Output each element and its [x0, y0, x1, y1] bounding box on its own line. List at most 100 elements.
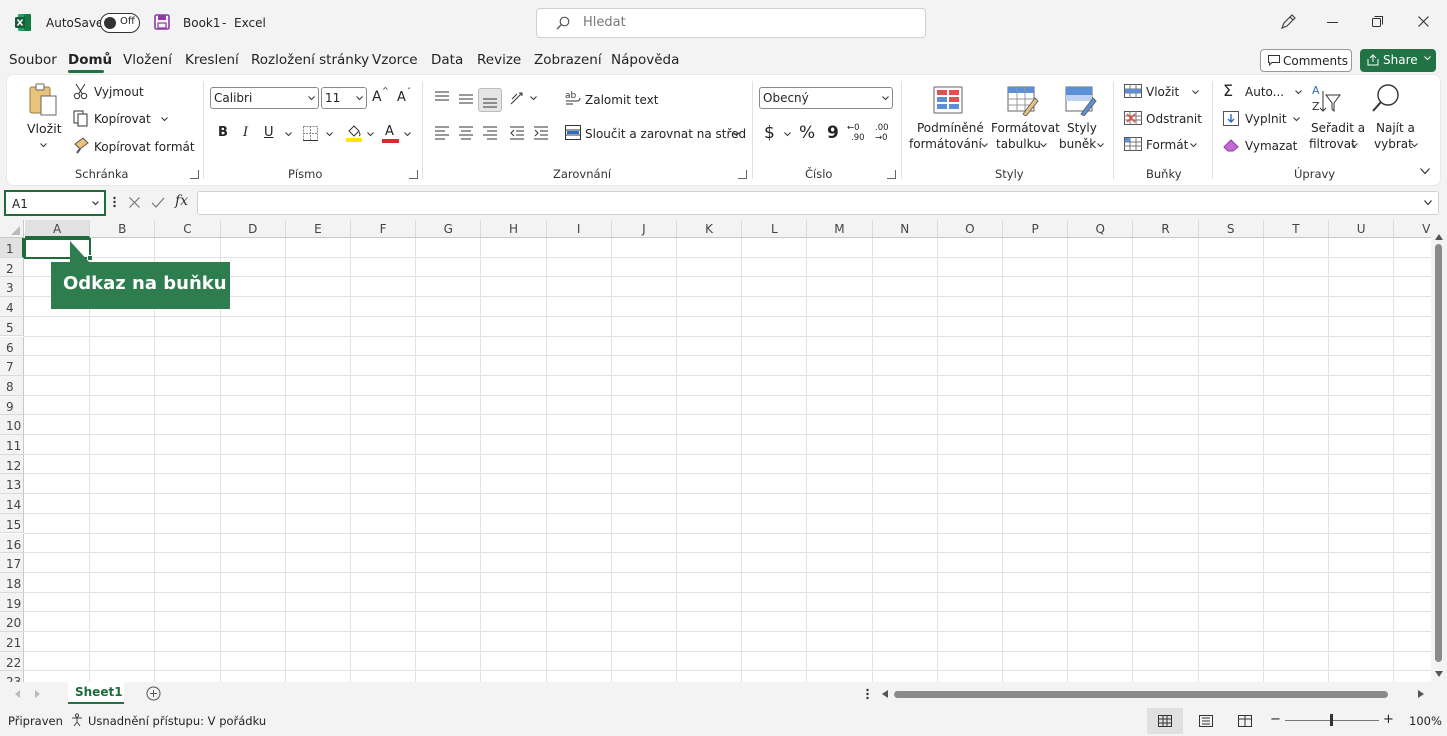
vertical-scrollbar[interactable] [1431, 220, 1447, 682]
save-icon[interactable] [154, 14, 170, 30]
align-left-icon[interactable] [434, 126, 450, 140]
format-painter-button[interactable]: Kopírovat formát [73, 137, 195, 157]
column-header-n[interactable]: N [872, 220, 938, 238]
row-header-9[interactable]: 9 [0, 395, 24, 416]
tab-vlozeni[interactable]: Vložení [123, 52, 172, 68]
zoom-in-button[interactable]: + [1383, 712, 1394, 727]
tab-soubor[interactable]: Soubor [9, 52, 57, 68]
page-break-view-icon[interactable] [1238, 715, 1252, 727]
row-header-16[interactable]: 16 [0, 533, 24, 554]
add-sheet-icon[interactable] [146, 686, 161, 701]
tab-domu[interactable]: Domů [68, 52, 112, 68]
conditional-formatting-button[interactable]: Podmíněné formátování [909, 83, 989, 163]
column-header-b[interactable]: B [90, 220, 156, 238]
tab-vzorce[interactable]: Vzorce [372, 52, 418, 68]
cancel-icon[interactable] [129, 197, 140, 208]
more-options-icon[interactable] [113, 196, 116, 208]
column-header-k[interactable]: K [677, 220, 743, 238]
column-header-g[interactable]: G [416, 220, 482, 238]
column-header-h[interactable]: H [481, 220, 547, 238]
column-header-l[interactable]: L [742, 220, 808, 238]
comma-style-button[interactable]: 9 [827, 123, 839, 143]
accessibility-status[interactable]: Usnadnění přístupu: V pořádku [88, 714, 266, 728]
chevron-down-icon[interactable] [530, 96, 537, 101]
orientation-icon[interactable] [509, 91, 527, 107]
increase-decimal-button[interactable]: ←0 .90 [847, 123, 869, 145]
chevron-down-icon[interactable] [326, 132, 333, 137]
decrease-indent-icon[interactable] [509, 126, 525, 140]
tab-kresleni[interactable]: Kreslení [185, 52, 239, 68]
comments-button[interactable]: Comments [1260, 49, 1352, 72]
paste-button[interactable]: Vložit [21, 81, 65, 153]
column-header-o[interactable]: O [937, 220, 1003, 238]
autosum-button[interactable]: Σ Auto... [1223, 81, 1303, 103]
maximize-icon[interactable] [1372, 16, 1383, 27]
grow-font-button[interactable]: A ^ [371, 86, 389, 107]
clear-button[interactable]: Vymazat [1223, 137, 1303, 157]
alignment-launcher-icon[interactable] [738, 170, 747, 179]
zoom-level[interactable]: 100% [1409, 714, 1442, 728]
row-header-19[interactable]: 19 [0, 592, 24, 613]
align-right-icon[interactable] [482, 126, 498, 140]
format-cells-button[interactable]: Formát [1124, 136, 1206, 156]
pen-icon[interactable] [1279, 13, 1297, 31]
zoom-slider-thumb[interactable] [1330, 714, 1333, 726]
zoom-slider[interactable] [1285, 714, 1379, 726]
chevron-down-icon[interactable] [404, 132, 411, 137]
scroll-left-icon[interactable] [882, 690, 888, 698]
cut-button[interactable]: Vyjmout [73, 83, 153, 103]
close-icon[interactable] [1418, 16, 1429, 27]
align-middle-icon[interactable] [458, 93, 474, 105]
autosave-toggle[interactable]: Off [100, 13, 140, 33]
column-header-s[interactable]: S [1198, 220, 1264, 238]
scroll-up-icon[interactable] [1435, 234, 1443, 240]
decrease-decimal-button[interactable]: .00 →0 [873, 123, 895, 145]
column-header-p[interactable]: P [1003, 220, 1069, 238]
clipboard-launcher-icon[interactable] [190, 170, 199, 179]
scroll-right-icon[interactable] [1418, 690, 1424, 698]
column-header-j[interactable]: J [611, 220, 677, 238]
page-layout-view-icon[interactable] [1199, 715, 1213, 727]
vertical-scroll-thumb[interactable] [1435, 244, 1442, 662]
row-header-17[interactable]: 17 [0, 553, 24, 573]
column-header-i[interactable]: I [546, 220, 612, 238]
row-header-3[interactable]: 3 [0, 277, 24, 298]
sort-filter-button[interactable]: AZ Seřadit a filtrovat [1301, 83, 1365, 163]
align-bottom-button[interactable] [478, 88, 502, 112]
underline-button[interactable]: U [264, 125, 274, 140]
row-header-13[interactable]: 13 [0, 474, 24, 495]
normal-view-button[interactable] [1147, 708, 1183, 734]
bold-button[interactable]: B [218, 125, 228, 140]
row-header-1[interactable]: 1 [0, 238, 24, 258]
increase-indent-icon[interactable] [533, 126, 549, 140]
column-header-f[interactable]: F [351, 220, 417, 238]
font-color-button[interactable]: A [382, 124, 399, 143]
search-box[interactable]: Hledat [536, 8, 926, 38]
row-header-12[interactable]: 12 [0, 454, 24, 475]
merge-center-button[interactable]: Sloučit a zarovnat na střed [565, 124, 746, 144]
delete-cells-button[interactable]: Odstranit [1124, 110, 1206, 130]
share-button[interactable]: Share [1360, 49, 1436, 72]
align-top-icon[interactable] [434, 91, 450, 103]
insert-function-icon[interactable]: fx [175, 193, 188, 209]
font-size-select[interactable]: 11 [321, 87, 367, 109]
row-header-23[interactable]: 23 [0, 671, 24, 682]
insert-cells-button[interactable]: Vložit [1124, 83, 1206, 103]
column-header-d[interactable]: D [220, 220, 286, 238]
column-header-a[interactable]: A [25, 220, 91, 238]
row-header-21[interactable]: 21 [0, 632, 24, 652]
font-launcher-icon[interactable] [409, 170, 418, 179]
percent-button[interactable]: % [799, 123, 815, 143]
collapse-ribbon-icon[interactable] [1420, 168, 1430, 175]
shrink-font-button[interactable]: A ˇ [396, 87, 414, 107]
italic-button[interactable]: I [243, 125, 248, 140]
row-header-5[interactable]: 5 [0, 316, 24, 337]
chevron-down-icon[interactable] [285, 132, 292, 137]
fill-color-icon[interactable] [346, 124, 362, 143]
minimize-icon[interactable] [1327, 22, 1338, 23]
horizontal-scrollbar[interactable] [880, 685, 1430, 703]
tab-zobrazeni[interactable]: Zobrazení [534, 52, 602, 68]
column-header-c[interactable]: C [155, 220, 221, 238]
wrap-text-button[interactable]: ab Zalomit text [565, 89, 658, 109]
worksheet-grid[interactable]: ABCDEFGHIJKLMNOPQRSTUV 1 2 3 4 5 6 7 8 9 10 11 12 13… [0, 220, 1447, 682]
